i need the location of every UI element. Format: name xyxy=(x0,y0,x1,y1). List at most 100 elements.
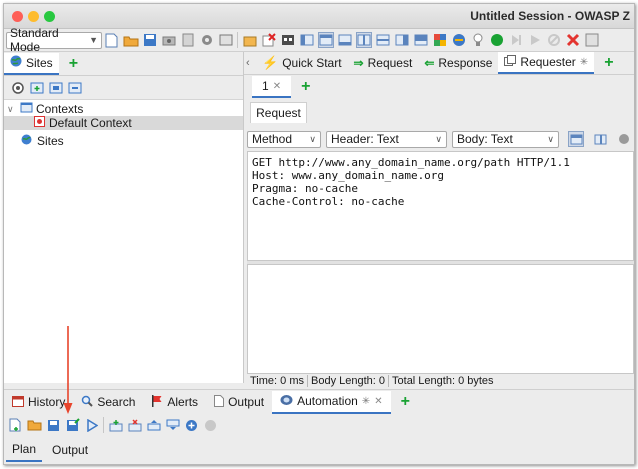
tab-requester[interactable]: Requester ✳ xyxy=(498,52,595,74)
pin-icon[interactable]: ✳ xyxy=(362,396,370,407)
tab-automation-output[interactable]: Output xyxy=(46,438,94,462)
title-bar: Untitled Session - OWASP Z xyxy=(4,4,634,29)
delete-alert-icon[interactable] xyxy=(261,32,277,48)
add-tab-plus-icon[interactable]: + xyxy=(604,54,613,72)
chevron-down-icon: ∨ xyxy=(309,133,316,144)
layout-split-icon[interactable] xyxy=(355,32,372,48)
request-header-host: Host: www.any_domain_name.org xyxy=(252,169,445,182)
main-toolbar: Standard Mode ▼ xyxy=(4,26,634,54)
tree-node-contexts[interactable]: ∨ Contexts xyxy=(4,102,243,116)
close-x-icon[interactable] xyxy=(565,32,581,48)
request-status-bar: Time: 0 ms Body Length: 0 Total Length: … xyxy=(247,374,634,388)
add-ons-icon[interactable] xyxy=(432,32,448,48)
job-up-icon[interactable] xyxy=(146,417,162,433)
tree-node-sites[interactable]: Sites xyxy=(4,134,243,148)
tab-response[interactable]: ⇐ Response xyxy=(418,53,498,74)
lightbulb-icon[interactable] xyxy=(470,32,486,48)
app-window: Untitled Session - OWASP Z Standard Mode… xyxy=(3,3,635,465)
tab-request-inner-label: Request xyxy=(256,106,301,120)
layout-grid-icon[interactable] xyxy=(375,32,391,48)
export-context-icon[interactable] xyxy=(67,80,83,96)
chevron-left-icon[interactable]: ‹ xyxy=(246,57,256,69)
tab-sites[interactable]: Sites xyxy=(4,52,59,75)
bookmark-icon[interactable] xyxy=(242,32,258,48)
tab-plan[interactable]: Plan xyxy=(6,438,43,462)
gear-icon[interactable] xyxy=(199,32,215,48)
method-select[interactable]: Method ∨ xyxy=(247,130,321,148)
split-view-icon[interactable] xyxy=(568,131,584,147)
close-window-button[interactable] xyxy=(12,11,23,22)
tab-search[interactable]: Search xyxy=(73,391,143,414)
step-icon[interactable] xyxy=(508,32,524,48)
import-context-icon[interactable] xyxy=(48,80,64,96)
body-view-select[interactable]: Body: Text ∨ xyxy=(452,130,559,148)
minimize-window-button[interactable] xyxy=(28,11,39,22)
job-down-icon[interactable] xyxy=(165,417,181,433)
zoom-window-button[interactable] xyxy=(44,11,55,22)
console-icon[interactable] xyxy=(280,32,296,48)
tab-request-inner[interactable]: Request xyxy=(250,102,307,123)
drop-icon[interactable] xyxy=(546,32,562,48)
header-view-select[interactable]: Header: Text ∨ xyxy=(326,130,447,148)
add-tab-plus-icon[interactable]: + xyxy=(69,55,78,73)
open-session-icon[interactable] xyxy=(123,32,139,48)
method-select-value: Method xyxy=(252,132,293,146)
close-icon[interactable]: ✕ xyxy=(273,81,281,92)
add-tab-plus-icon[interactable]: + xyxy=(301,78,310,96)
requester-number-tabs: 1 ✕ + xyxy=(244,76,634,98)
close-icon[interactable]: ✕ xyxy=(374,396,382,407)
add-test-icon[interactable] xyxy=(184,417,200,433)
request-header-cache-control: Cache-Control: no-cache xyxy=(252,195,405,208)
new-session-icon[interactable] xyxy=(104,32,120,48)
new-context-icon[interactable] xyxy=(29,80,45,96)
request-body-editor[interactable] xyxy=(247,264,634,374)
tab-quick-start[interactable]: ⚡ Quick Start xyxy=(256,53,348,74)
add-tab-plus-icon[interactable]: + xyxy=(401,393,410,411)
remove-job-icon[interactable] xyxy=(127,417,143,433)
load-plan-icon[interactable] xyxy=(27,417,43,433)
mode-select[interactable]: Standard Mode ▼ xyxy=(6,26,102,54)
tab-automation-label: Automation xyxy=(297,394,358,408)
tab-sites-label: Sites xyxy=(26,55,53,70)
side-view-icon[interactable] xyxy=(592,131,608,147)
snapshot-icon[interactable] xyxy=(161,32,177,48)
session-properties-icon[interactable] xyxy=(180,32,196,48)
tab-requester-1[interactable]: 1 ✕ xyxy=(252,76,292,98)
layout-left-icon[interactable] xyxy=(299,32,315,48)
new-plan-icon[interactable] xyxy=(8,417,24,433)
tab-history[interactable]: History xyxy=(4,391,73,414)
remove-test-icon[interactable] xyxy=(203,417,219,433)
layout-full-icon[interactable] xyxy=(317,32,334,48)
break-all-icon[interactable] xyxy=(489,32,505,48)
request-editor[interactable]: GET http://www.any_domain_name.org/path … xyxy=(247,151,634,261)
pin-icon[interactable]: ✳ xyxy=(580,57,588,68)
export-icon[interactable] xyxy=(218,32,234,48)
continue-icon[interactable] xyxy=(527,32,543,48)
save-plan-as-icon[interactable] xyxy=(65,417,81,433)
tab-output[interactable]: Output xyxy=(206,391,272,414)
layout-bottom-icon[interactable] xyxy=(394,32,410,48)
chevron-down-icon[interactable]: ∨ xyxy=(7,104,17,115)
toolbar-separator xyxy=(103,417,104,433)
filter-icon[interactable] xyxy=(10,80,26,96)
hud-icon[interactable] xyxy=(451,32,467,48)
layout-tabs-icon[interactable] xyxy=(337,32,353,48)
contexts-folder-icon xyxy=(20,102,33,116)
context-target-icon xyxy=(34,116,45,130)
sites-tree: ∨ Contexts Default Context Sites xyxy=(4,102,243,148)
send-request-icon[interactable] xyxy=(616,131,632,147)
tab-request[interactable]: ⇒ Request xyxy=(348,53,419,74)
tab-alerts[interactable]: Alerts xyxy=(143,391,206,414)
scan-policy-icon[interactable] xyxy=(584,32,600,48)
request-options-row: Method ∨ Header: Text ∨ Body: Text ∨ xyxy=(247,129,634,149)
run-plan-icon[interactable] xyxy=(84,417,100,433)
save-session-icon[interactable] xyxy=(142,32,158,48)
save-plan-icon[interactable] xyxy=(46,417,62,433)
tab-automation[interactable]: Automation ✳ ✕ xyxy=(272,390,391,414)
tree-node-default-context[interactable]: Default Context xyxy=(4,116,243,130)
layout-right-icon[interactable] xyxy=(413,32,429,48)
body-view-select-value: Body: Text xyxy=(457,132,513,146)
request-header-pragma: Pragma: no-cache xyxy=(252,182,358,195)
add-job-icon[interactable] xyxy=(108,417,124,433)
tab-search-label: Search xyxy=(97,395,136,409)
